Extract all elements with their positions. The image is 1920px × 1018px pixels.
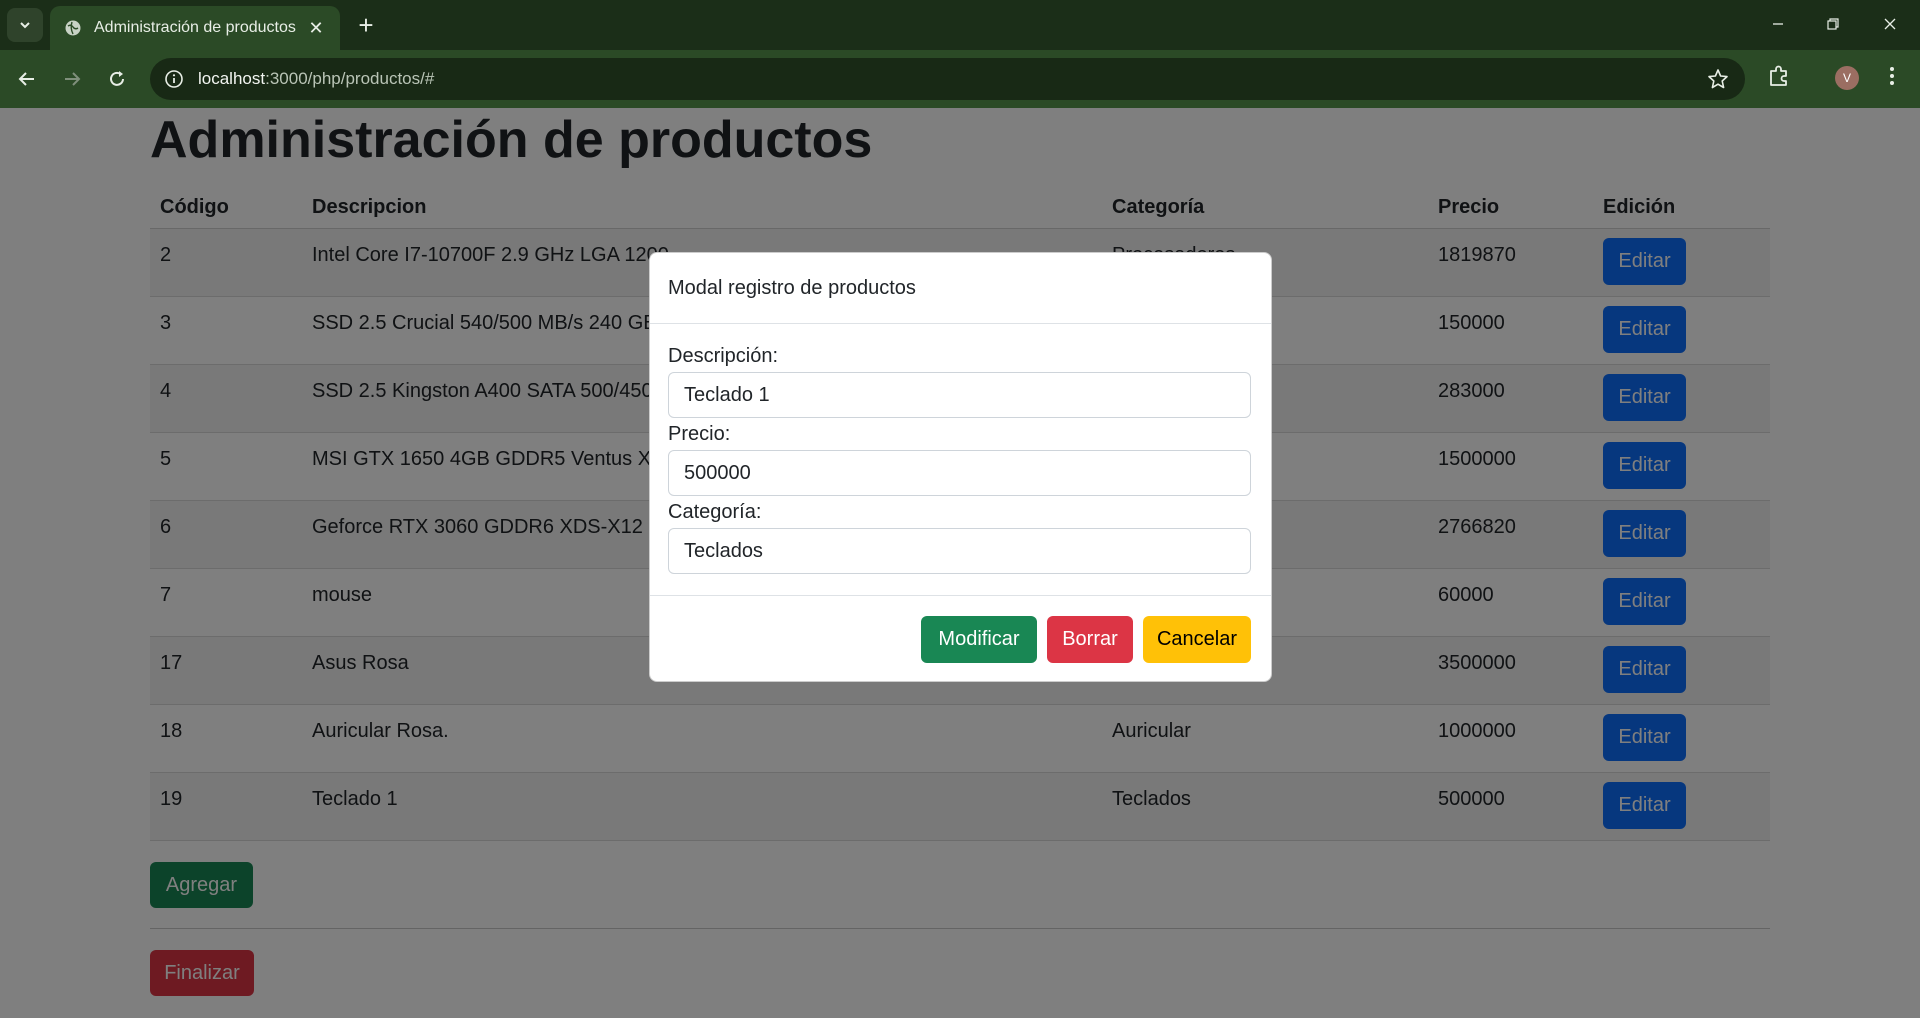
close-tab-icon[interactable]: ✕ <box>306 18 326 38</box>
modal-header: Modal registro de productos <box>650 253 1271 324</box>
descripcion-input[interactable] <box>668 372 1251 418</box>
categoria-input[interactable] <box>668 528 1251 574</box>
cancel-button[interactable]: Cancelar <box>1143 615 1251 663</box>
browser-toolbar: localhost:3000/php/productos/# <box>0 50 1920 108</box>
url-path: :3000/php/productos/# <box>265 69 435 88</box>
descripcion-label: Descripción: <box>668 345 779 367</box>
profile-avatar[interactable]: V <box>1835 66 1859 90</box>
restore-icon[interactable] <box>1813 8 1853 40</box>
chevron-down-icon <box>20 22 30 29</box>
product-modal: Modal registro de productos Descripción:… <box>649 252 1272 682</box>
more-menu-icon[interactable] <box>1880 62 1904 90</box>
tab-title: Administración de productos <box>94 19 296 36</box>
modal-title: Modal registro de productos <box>668 276 916 299</box>
back-arrow-icon[interactable] <box>11 63 43 95</box>
delete-button[interactable]: Borrar <box>1047 615 1133 663</box>
bookmark-star-icon[interactable] <box>1707 68 1729 90</box>
close-window-icon[interactable] <box>1870 8 1910 40</box>
new-tab-button[interactable]: + <box>352 10 380 40</box>
minimize-icon[interactable] <box>1758 8 1798 40</box>
reload-icon[interactable] <box>101 63 133 95</box>
precio-input[interactable] <box>668 450 1251 496</box>
address-bar[interactable]: localhost:3000/php/productos/# <box>150 58 1745 100</box>
precio-label: Precio: <box>668 423 731 445</box>
modify-button[interactable]: Modificar <box>921 615 1037 663</box>
tab-search-button[interactable] <box>7 8 43 42</box>
globe-icon <box>64 19 82 37</box>
browser-tabstrip: Administración de productos ✕ + <box>0 0 1920 50</box>
modal-body: Descripción: Precio: Categoría: <box>650 324 1271 596</box>
categoria-label: Categoría: <box>668 501 762 523</box>
forward-arrow-icon[interactable] <box>56 63 88 95</box>
modal-footer: Modificar Borrar Cancelar <box>650 596 1271 682</box>
page-content: Administración de productos Código Descr… <box>0 108 1920 1018</box>
extensions-puzzle-icon[interactable] <box>1766 63 1792 89</box>
site-info-icon[interactable] <box>164 69 184 89</box>
url-host: localhost <box>198 69 266 88</box>
browser-tab[interactable]: Administración de productos ✕ <box>50 6 340 50</box>
